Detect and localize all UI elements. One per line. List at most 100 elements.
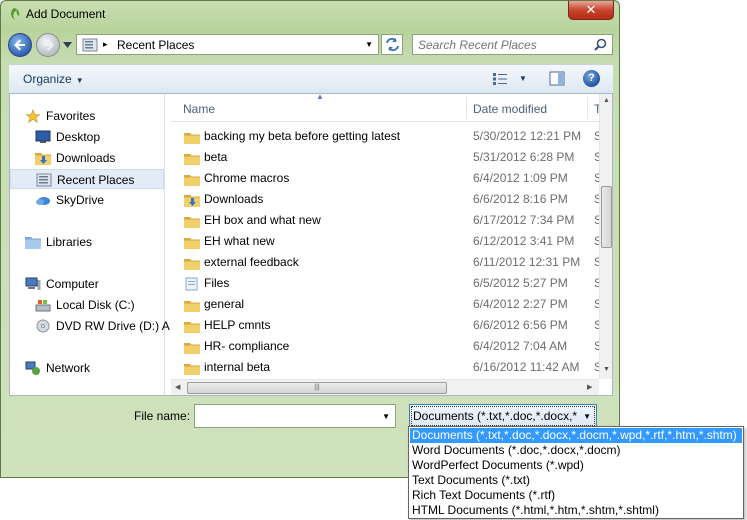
window-title: Add Document [26, 7, 106, 21]
file-row[interactable]: Downloads 6/6/2012 8:16 PM S [171, 189, 602, 210]
file-type-option[interactable]: Text Documents (*.txt) [410, 473, 742, 488]
file-row[interactable]: EH what new 6/12/2012 3:41 PM S [171, 231, 602, 252]
nav-item-recent-places[interactable]: Recent Places [10, 169, 164, 189]
vertical-scrollbar[interactable]: ▲ ▼ [599, 94, 612, 379]
file-date-modified: 5/31/2012 6:28 PM [473, 150, 575, 164]
file-type-option[interactable]: Rich Text Documents (*.rtf) [410, 488, 742, 503]
file-type-option[interactable]: Documents (*.txt,*.doc,*.docx,*.docm,*.w… [410, 428, 742, 443]
scroll-down-icon[interactable]: ▼ [603, 366, 610, 373]
files-icon [184, 277, 200, 291]
nav-item-skydrive[interactable]: SkyDrive [10, 190, 160, 210]
nav-item-downloads[interactable]: Downloads [10, 148, 160, 168]
file-row[interactable]: internal beta 6/16/2012 11:42 AM S [171, 357, 602, 378]
help-icon[interactable]: ? [583, 70, 600, 87]
file-date-modified: 5/30/2012 12:21 PM [473, 129, 582, 143]
horizontal-scroll-thumb[interactable]: ||| [187, 382, 447, 394]
scroll-up-icon[interactable]: ▲ [603, 97, 610, 104]
folder-icon [184, 172, 200, 186]
forward-button[interactable] [36, 33, 60, 57]
navigation-pane: Favorites Desktop Downloads Recent Places Sk… [10, 94, 170, 395]
file-type-dropdown-list: Documents (*.txt,*.doc,*.docx,*.docm,*.w… [408, 426, 744, 519]
file-row[interactable]: EH box and what new 6/17/2012 7:34 PM S [171, 210, 602, 231]
downloads-folder-icon [184, 193, 200, 207]
skydrive-icon [35, 193, 51, 207]
folder-icon [184, 235, 200, 249]
file-row[interactable]: Files 6/5/2012 5:27 PM S [171, 273, 602, 294]
close-button[interactable]: ✕ [568, 1, 614, 20]
search-box[interactable] [412, 34, 613, 55]
file-type-option[interactable]: HTML Documents (*.html,*.htm,*.shtm,*.sh… [410, 503, 742, 518]
back-button[interactable] [8, 33, 32, 57]
refresh-icon [386, 38, 399, 51]
vertical-scroll-thumb[interactable] [601, 186, 612, 248]
column-header-name[interactable]: Name [183, 102, 215, 116]
file-date-modified: 6/6/2012 6:56 PM [473, 318, 568, 332]
file-name-combobox[interactable]: ▼ [194, 404, 396, 428]
refresh-button[interactable] [381, 34, 403, 55]
change-view-icon[interactable] [492, 72, 508, 86]
search-icon[interactable] [594, 38, 607, 51]
view-options-chevron-down-icon[interactable]: ▼ [519, 74, 527, 83]
file-row[interactable]: general 6/4/2012 2:27 PM S [171, 294, 602, 315]
folder-icon [184, 151, 200, 165]
nav-item-network[interactable]: Network [10, 358, 160, 378]
file-list: ▲ Name Date modified T backing my beta b… [171, 93, 602, 395]
file-row[interactable]: external feedback 6/11/2012 12:31 PM S [171, 252, 602, 273]
navigation-bar: ▸ Recent Places ▼ [1, 29, 619, 61]
scroll-right-icon[interactable]: ▶ [587, 383, 592, 391]
file-row[interactable]: backing my beta before getting latest 5/3… [171, 126, 602, 147]
libraries-icon [25, 235, 41, 249]
scroll-left-icon[interactable]: ◀ [175, 383, 180, 391]
folder-icon [184, 256, 200, 270]
file-name-label: File name: [134, 409, 191, 423]
address-dropdown-icon[interactable]: ▼ [365, 40, 373, 49]
file-type-option[interactable]: Word Documents (*.doc,*.docx,*.docm) [410, 443, 742, 458]
nav-item-favorites[interactable]: Favorites [10, 106, 160, 126]
file-name: backing my beta before getting latest [204, 129, 401, 143]
file-date-modified: 6/12/2012 3:41 PM [473, 234, 575, 248]
file-type-selected-value: Documents (*.txt,*.doc,*.docx,* [413, 409, 578, 423]
nav-item-computer[interactable]: Computer [10, 274, 160, 294]
file-date-modified: 6/4/2012 2:27 PM [473, 297, 568, 311]
title-bar[interactable]: Add Document ✕ [1, 1, 619, 29]
column-header-date-modified[interactable]: Date modified [473, 102, 547, 116]
file-name-chevron-down-icon[interactable]: ▼ [382, 412, 390, 421]
file-date-modified: 6/17/2012 7:34 PM [473, 213, 575, 227]
file-name: beta [204, 150, 228, 164]
file-name: HR- compliance [204, 339, 290, 353]
organize-button[interactable]: Organize ▼ [23, 72, 84, 86]
file-name: internal beta [204, 360, 271, 374]
column-divider[interactable] [587, 97, 588, 119]
file-type-option[interactable]: WordPerfect Documents (*.wpd) [410, 458, 742, 473]
file-row[interactable]: Chrome macros 6/4/2012 1:09 PM S [171, 168, 602, 189]
nav-item-local-disk-c[interactable]: Local Disk (C:) [10, 295, 160, 315]
nav-item-desktop[interactable]: Desktop [10, 127, 160, 147]
search-input[interactable] [418, 37, 588, 52]
file-type-select[interactable]: Documents (*.txt,*.doc,*.docx,* ▼ [409, 404, 597, 428]
dvd-drive-icon [35, 319, 51, 333]
folder-icon [184, 319, 200, 333]
file-row[interactable]: HELP cmnts 6/6/2012 6:56 PM S [171, 315, 602, 336]
sort-ascending-icon: ▲ [316, 93, 324, 101]
breadcrumb-recent-places[interactable]: Recent Places [117, 38, 194, 52]
command-toolbar: Organize ▼ ▼ ? [9, 64, 613, 93]
nav-item-dvd-rw-drive-d-a[interactable]: DVD RW Drive (D:) A [10, 316, 170, 336]
nav-item-libraries[interactable]: Libraries [10, 232, 160, 252]
file-name-input[interactable] [199, 409, 369, 423]
address-bar[interactable]: ▸ Recent Places ▼ [76, 34, 379, 55]
back-arrow-icon [14, 39, 25, 51]
recent-pages-chevron-icon[interactable] [63, 42, 72, 48]
breadcrumb-separator[interactable]: ▸ [103, 39, 108, 50]
horizontal-scrollbar[interactable]: ◀ ||| ▶ [171, 379, 599, 395]
organize-label: Organize [23, 72, 72, 86]
network-icon [25, 361, 41, 375]
file-row[interactable]: HR- compliance 6/4/2012 7:04 AM S [171, 336, 602, 357]
preview-pane-icon[interactable] [549, 71, 565, 86]
file-row[interactable]: beta 5/31/2012 6:28 PM S [171, 147, 602, 168]
local-disk-icon [35, 298, 51, 312]
nav-item-label: Computer [46, 277, 99, 291]
file-type-chevron-down-icon[interactable]: ▼ [583, 412, 591, 421]
file-name: general [204, 297, 245, 311]
file-name: Chrome macros [204, 171, 290, 185]
column-divider[interactable] [466, 97, 467, 119]
